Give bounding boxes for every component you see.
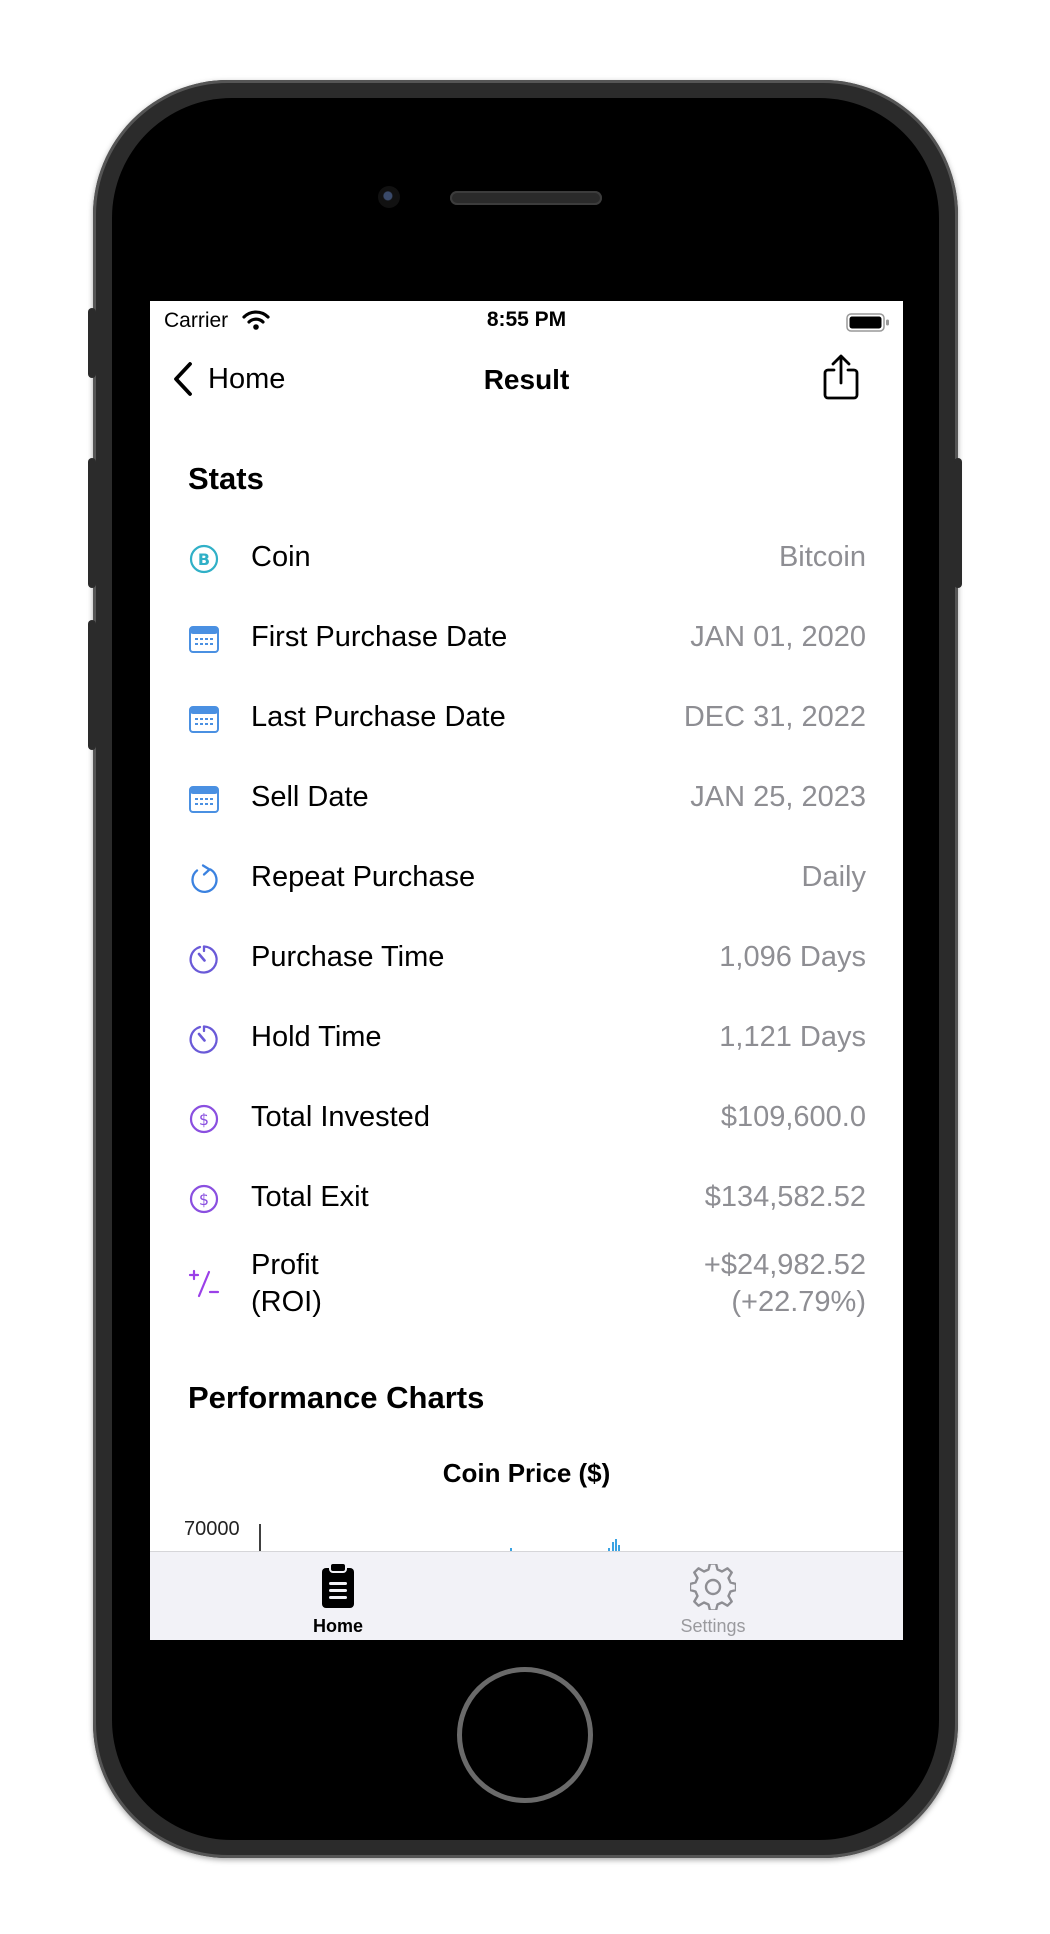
stat-value: $134,582.52 — [704, 1181, 866, 1213]
stat-value: Daily — [801, 861, 866, 893]
volume-down-button — [88, 620, 96, 750]
plus-minus-icon — [188, 1269, 220, 1298]
tab-bar: Home Settings — [150, 1551, 903, 1640]
profit-value-line2: (+22.79%) — [731, 1286, 866, 1318]
power-button — [954, 458, 962, 588]
stat-row-coin: B Coin Bitcoin — [150, 519, 903, 599]
stat-label: Total Exit — [251, 1181, 369, 1213]
profit-value: +$24,982.52 (+22.79%) — [704, 1247, 866, 1321]
stat-label: Last Purchase Date — [251, 701, 506, 733]
status-time: 8:55 PM — [486, 308, 567, 331]
page-title: Result — [483, 364, 570, 395]
profit-label: Profit (ROI) — [251, 1247, 322, 1321]
navigation-bar: Home Result — [150, 341, 903, 421]
coin-price-chart: Coin Price ($) 70000 — [150, 1456, 903, 1556]
stat-value: 1,121 Days — [719, 1021, 866, 1053]
profit-label-line1: Profit — [251, 1249, 319, 1281]
stat-label: Coin — [251, 541, 311, 573]
timer-icon — [189, 1025, 218, 1054]
home-button[interactable] — [457, 1667, 593, 1803]
tab-label: Home — [312, 1616, 363, 1636]
stat-label: Sell Date — [251, 781, 369, 813]
stats-section-title: Stats — [188, 461, 264, 496]
stat-value: $109,600.0 — [720, 1101, 866, 1133]
tab-settings[interactable]: Settings — [613, 1552, 813, 1640]
stat-label: Hold Time — [251, 1021, 382, 1053]
stat-label: Repeat Purchase — [251, 861, 476, 893]
calendar-icon — [189, 786, 219, 813]
share-icon[interactable] — [822, 353, 860, 401]
stat-row-hold-time: Hold Time 1,121 Days — [150, 999, 903, 1079]
tab-home[interactable]: Home — [238, 1552, 438, 1640]
stat-row-profit: Profit (ROI) +$24,982.52 (+22.79%) — [150, 1239, 903, 1329]
mute-switch — [88, 308, 96, 378]
profit-value-line1: +$24,982.52 — [703, 1249, 866, 1281]
stat-label: Total Invested — [251, 1101, 430, 1133]
dollar-circle-icon: $ — [189, 1104, 219, 1134]
stat-value: JAN 01, 2020 — [690, 621, 866, 653]
stat-label: First Purchase Date — [251, 621, 508, 653]
stat-row-repeat-purchase: Repeat Purchase Daily — [150, 839, 903, 919]
battery-icon — [846, 313, 889, 332]
status-bar: Carrier 8:55 PM — [150, 301, 903, 341]
svg-text:$: $ — [199, 1110, 209, 1129]
stat-row-total-exit: $ Total Exit $134,582.52 — [150, 1159, 903, 1239]
dollar-circle-icon: $ — [189, 1184, 219, 1214]
clipboard-icon — [322, 1562, 354, 1608]
gear-icon — [690, 1564, 736, 1610]
chart-plot — [259, 1524, 620, 1556]
profit-label-line2: (ROI) — [251, 1286, 322, 1318]
stat-row-first-purchase-date: First Purchase Date JAN 01, 2020 — [150, 599, 903, 679]
performance-charts-title: Performance Charts — [188, 1380, 485, 1415]
calendar-icon — [189, 706, 219, 733]
stat-row-total-invested: $ Total Invested $109,600.0 — [150, 1079, 903, 1159]
stat-value: DEC 31, 2022 — [683, 701, 866, 733]
bitcoin-icon: B — [189, 544, 219, 574]
repeat-arrow-icon — [191, 864, 218, 893]
timer-icon — [189, 945, 218, 974]
stat-value: 1,096 Days — [719, 941, 866, 973]
stats-list: B Coin Bitcoin First Purchase Date JAN 0… — [150, 519, 903, 1329]
calendar-icon — [189, 626, 219, 653]
earpiece-speaker — [450, 191, 602, 205]
svg-text:B: B — [198, 550, 210, 569]
volume-up-button — [88, 458, 96, 588]
stat-row-sell-date: Sell Date JAN 25, 2023 — [150, 759, 903, 839]
front-camera — [378, 186, 400, 208]
stat-row-purchase-time: Purchase Time 1,096 Days — [150, 919, 903, 999]
stat-value: JAN 25, 2023 — [690, 781, 866, 813]
stat-label: Purchase Time — [251, 941, 445, 973]
app-screen: Carrier 8:55 PM Home Result Stats B Coin… — [150, 301, 903, 1640]
stat-value: Bitcoin — [778, 541, 866, 573]
svg-text:$: $ — [199, 1190, 209, 1209]
stat-row-last-purchase-date: Last Purchase Date DEC 31, 2022 — [150, 679, 903, 759]
tab-label: Settings — [680, 1616, 746, 1636]
